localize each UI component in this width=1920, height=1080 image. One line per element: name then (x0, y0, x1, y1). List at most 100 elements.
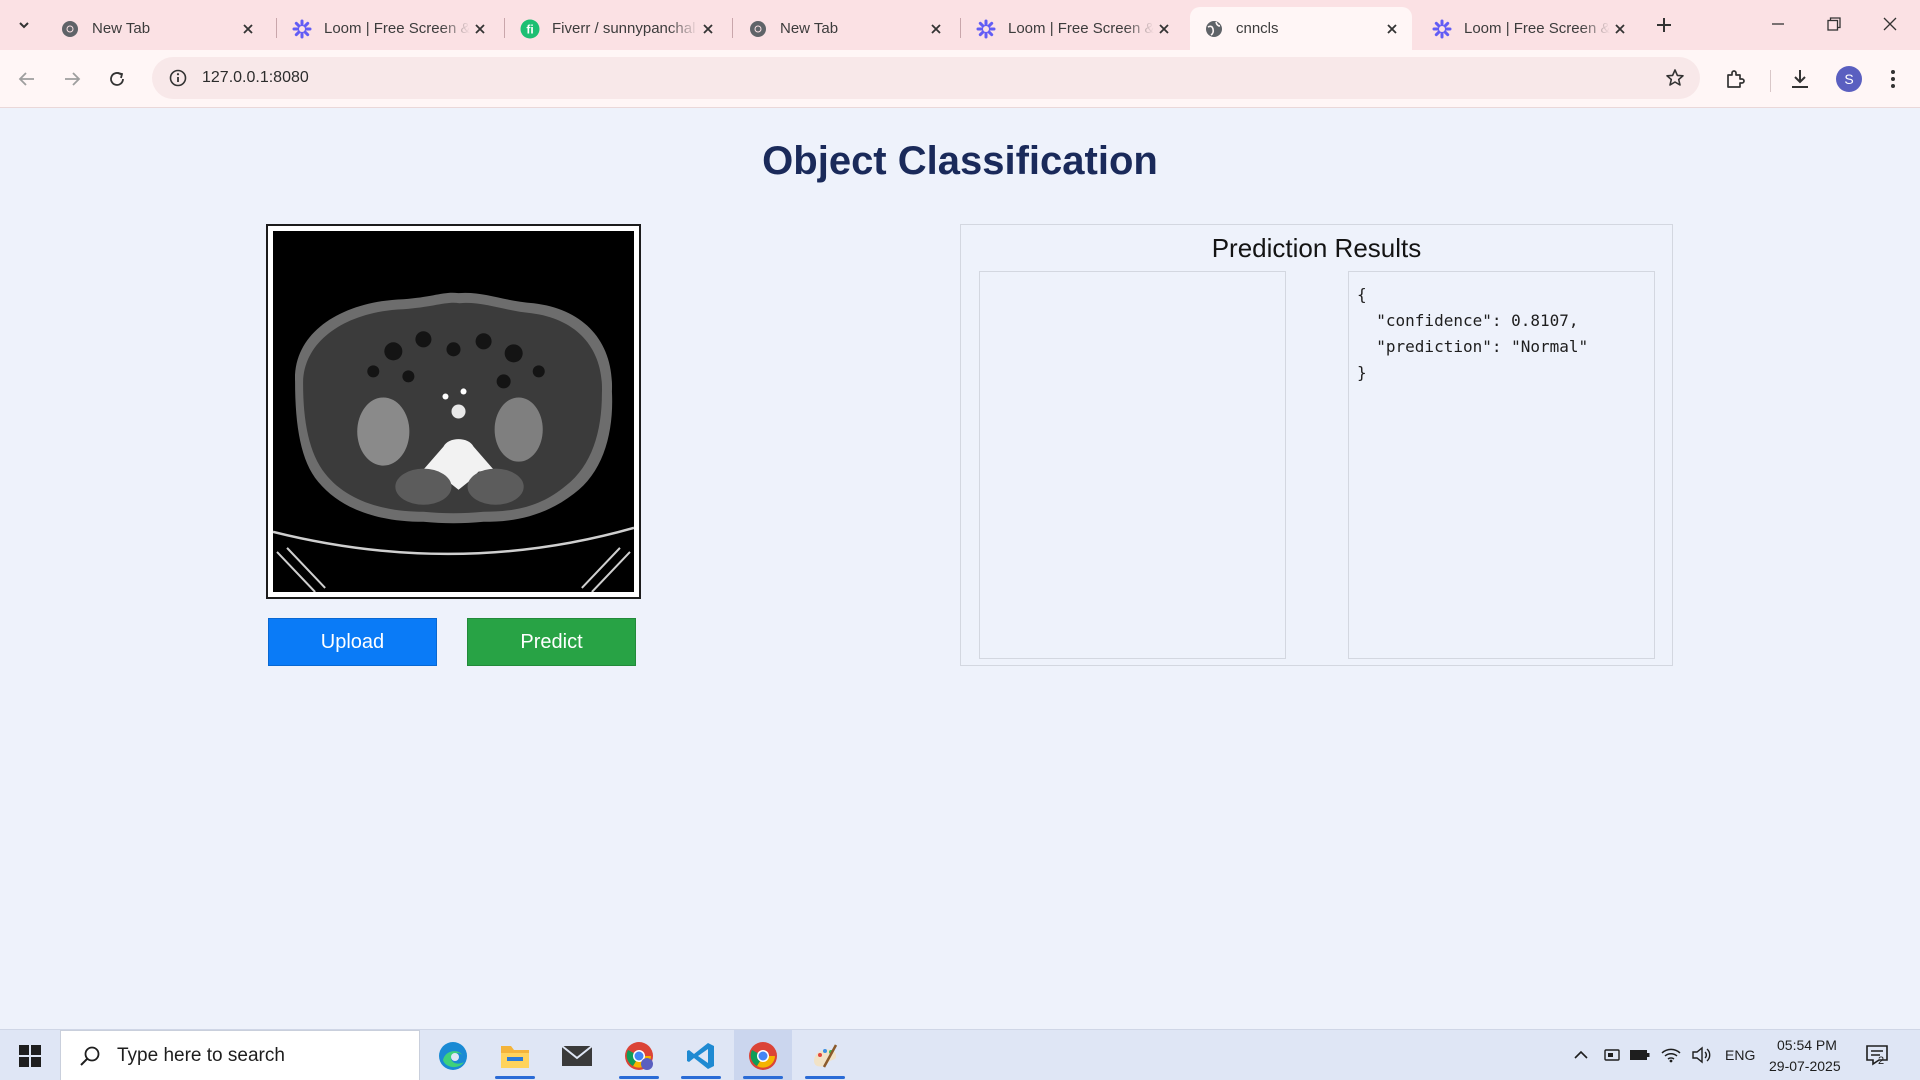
close-icon[interactable] (1382, 19, 1402, 39)
json-line: { (1357, 285, 1367, 304)
tab-separator (732, 18, 733, 38)
tab-fiverr[interactable]: fi Fiverr / sunnypanchal (506, 7, 728, 50)
tab-search-button[interactable] (10, 11, 38, 39)
close-window-button[interactable] (1862, 0, 1918, 48)
result-image-pane (979, 271, 1286, 659)
restore-button[interactable] (1806, 0, 1862, 48)
running-indicator (495, 1076, 535, 1079)
taskbar-search-box[interactable]: Type here to search (60, 1030, 420, 1080)
tab-loom-1[interactable]: Loom | Free Screen & Video Recording (278, 7, 500, 50)
notification-count: 2 (1878, 1055, 1885, 1067)
downloads-button[interactable] (1783, 62, 1817, 96)
close-icon[interactable] (926, 19, 946, 39)
show-hidden-icons-button[interactable] (1569, 1043, 1593, 1067)
volume-icon[interactable] (1689, 1043, 1713, 1067)
restore-icon (1827, 17, 1841, 31)
taskbar-chrome[interactable] (734, 1030, 792, 1080)
chevron-down-icon (19, 22, 29, 29)
meet-now-icon[interactable] (1600, 1043, 1624, 1067)
tab-separator (504, 18, 505, 38)
browser-toolbar: 127.0.0.1:8080 (0, 50, 1920, 108)
globe-icon (1204, 19, 1224, 39)
puzzle-icon (1727, 70, 1745, 88)
taskbar-mail[interactable] (548, 1030, 606, 1080)
tab-loom-2[interactable]: Loom | Free Screen & Video Recording (962, 7, 1184, 50)
tab-title: New Tab (92, 20, 151, 37)
profile-avatar[interactable]: S (1836, 66, 1862, 92)
arrow-left-icon (18, 72, 34, 86)
running-indicator (743, 1076, 783, 1079)
bookmark-star-icon[interactable] (1664, 67, 1686, 89)
arrow-right-icon (65, 72, 81, 86)
upload-button[interactable]: Upload (268, 618, 437, 666)
image-preview (266, 224, 641, 599)
json-line: "confidence": 0.8107, (1357, 311, 1579, 330)
new-tab-button[interactable] (1650, 11, 1678, 39)
chrome-icon (60, 19, 80, 39)
fiverr-icon: fi (520, 19, 540, 39)
json-line: } (1357, 363, 1367, 382)
minimize-button[interactable] (1750, 0, 1806, 48)
clock-date[interactable]: 29-07-2025 (1769, 1058, 1841, 1074)
tab-title: New Tab (780, 20, 839, 37)
tab-title: Loom | Free Screen & Video Recording (324, 20, 470, 37)
search-placeholder: Type here to search (117, 1044, 285, 1066)
taskbar-paint[interactable] (796, 1030, 854, 1080)
page-title: Object Classification (762, 139, 1158, 183)
close-icon[interactable] (238, 19, 258, 39)
mail-icon (561, 1044, 593, 1066)
tab-new-tab-1[interactable]: New Tab (46, 7, 268, 50)
site-info-icon[interactable] (158, 57, 198, 99)
tab-new-tab-2[interactable]: New Tab (734, 7, 956, 50)
tab-title: cnncls (1236, 20, 1279, 37)
predict-button[interactable]: Predict (467, 618, 636, 666)
tab-strip: New Tab Loom | Free Screen & Video Recor… (0, 0, 1920, 50)
results-title: Prediction Results (1211, 233, 1422, 263)
kebab-menu-icon (1891, 70, 1895, 88)
vscode-icon (687, 1042, 714, 1069)
search-icon (75, 1041, 105, 1071)
back-button[interactable] (10, 62, 44, 96)
tab-title: Fiverr / sunnypanchal (552, 20, 696, 37)
url-text[interactable]: 127.0.0.1:8080 (202, 69, 309, 87)
reload-icon (110, 72, 124, 86)
tab-title: Loom | Free Screen & Video Recording (1464, 20, 1610, 37)
close-icon[interactable] (1610, 19, 1630, 39)
chrome-icon (748, 19, 768, 39)
ct-scan-image (273, 231, 634, 592)
chrome-icon (749, 1041, 777, 1070)
address-bar[interactable]: 127.0.0.1:8080 (152, 57, 1700, 99)
taskbar-vscode[interactable] (672, 1030, 730, 1080)
close-icon[interactable] (698, 19, 718, 39)
tab-separator (276, 18, 277, 38)
extensions-button[interactable] (1718, 62, 1752, 96)
tab-separator (960, 18, 961, 38)
taskbar-edge[interactable] (424, 1030, 482, 1080)
clock-time[interactable]: 05:54 PM (1777, 1037, 1837, 1053)
menu-button[interactable] (1876, 62, 1910, 96)
notification-icon (1866, 1045, 1888, 1066)
taskbar-file-explorer[interactable] (486, 1030, 544, 1080)
wifi-icon[interactable] (1659, 1043, 1683, 1067)
close-icon[interactable] (470, 19, 490, 39)
start-button[interactable] (0, 1030, 60, 1080)
language-indicator[interactable]: ENG (1725, 1047, 1755, 1063)
loom-icon (976, 19, 996, 39)
result-json-pane: { "confidence": 0.8107, "prediction": "N… (1348, 271, 1655, 659)
close-icon[interactable] (1154, 19, 1174, 39)
taskbar-chrome-profile[interactable] (610, 1030, 668, 1080)
reload-button[interactable] (100, 62, 134, 96)
svg-text:fi: fi (526, 22, 533, 36)
windows-taskbar: Type here to search ENG 05:54 PM 29-07-2… (0, 1029, 1920, 1080)
notifications-button[interactable] (1862, 1040, 1892, 1070)
loom-icon (1432, 19, 1452, 39)
loom-icon (292, 19, 312, 39)
tab-title: Loom | Free Screen & Video Recording (1008, 20, 1154, 37)
tab-cnncls[interactable]: cnncls (1190, 7, 1412, 50)
forward-button[interactable] (55, 62, 89, 96)
running-indicator (805, 1076, 845, 1079)
tab-loom-3[interactable]: Loom | Free Screen & Video Recording (1418, 7, 1640, 50)
running-indicator (681, 1076, 721, 1079)
close-icon (1883, 17, 1897, 31)
battery-icon[interactable] (1628, 1043, 1652, 1067)
